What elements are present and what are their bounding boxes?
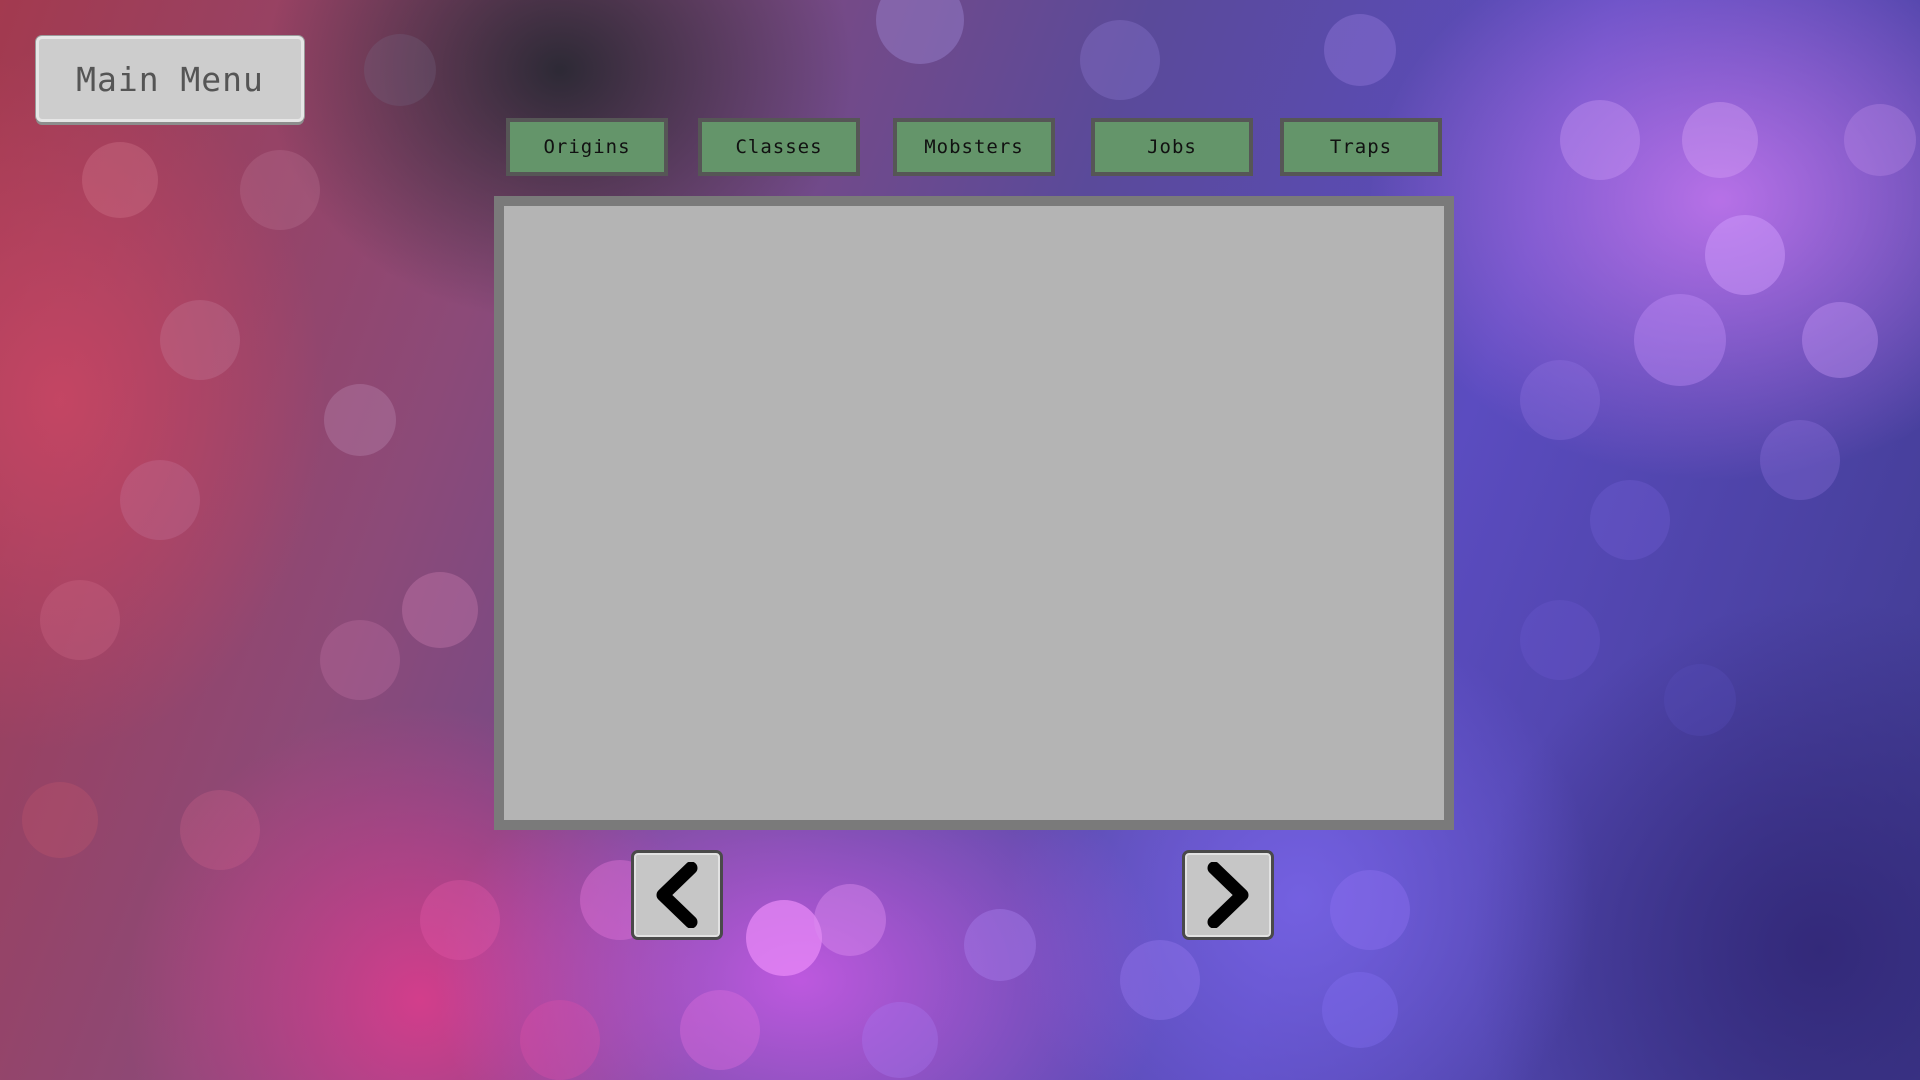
bokeh-circle	[1330, 870, 1410, 950]
bokeh-circle	[324, 384, 396, 456]
bokeh-circle	[1682, 102, 1758, 178]
chevron-right-icon	[1202, 862, 1254, 928]
bokeh-circle	[876, 0, 964, 64]
bokeh-circle	[1664, 664, 1736, 736]
bokeh-circle	[1590, 480, 1670, 560]
bokeh-circle	[1560, 100, 1640, 180]
bokeh-circle	[40, 580, 120, 660]
bokeh-circle	[120, 460, 200, 540]
bokeh-circle	[964, 909, 1036, 981]
tab-traps[interactable]: Traps	[1280, 118, 1442, 176]
bokeh-circle	[82, 142, 158, 218]
main-menu-button[interactable]: Main Menu	[36, 36, 304, 122]
bokeh-circle	[862, 1002, 938, 1078]
bokeh-circle	[1080, 20, 1160, 100]
previous-page-button[interactable]	[631, 850, 723, 940]
bokeh-circle	[1634, 294, 1726, 386]
tab-classes-label: Classes	[735, 136, 823, 158]
tab-jobs-label: Jobs	[1147, 136, 1197, 158]
tab-origins-label: Origins	[543, 136, 631, 158]
bokeh-circle	[364, 34, 436, 106]
bokeh-circle	[180, 790, 260, 870]
bokeh-circle	[1802, 302, 1878, 378]
bokeh-circle	[1324, 14, 1396, 86]
bokeh-circle	[520, 1000, 600, 1080]
bokeh-circle	[680, 990, 760, 1070]
next-page-button[interactable]	[1182, 850, 1274, 940]
bokeh-circle	[814, 884, 886, 956]
bokeh-circle	[1760, 420, 1840, 500]
tab-traps-label: Traps	[1329, 136, 1393, 158]
bokeh-circle	[1520, 360, 1600, 440]
tab-jobs[interactable]: Jobs	[1091, 118, 1253, 176]
tab-classes[interactable]: Classes	[698, 118, 860, 176]
tab-mobsters-label: Mobsters	[924, 136, 1024, 158]
tab-mobsters[interactable]: Mobsters	[893, 118, 1055, 176]
bokeh-circle	[240, 150, 320, 230]
bokeh-circle	[1120, 940, 1200, 1020]
tab-origins[interactable]: Origins	[506, 118, 668, 176]
bokeh-circle	[1322, 972, 1398, 1048]
bokeh-circle	[1520, 600, 1600, 680]
bokeh-circle	[746, 900, 822, 976]
bokeh-circle	[320, 620, 400, 700]
content-panel	[494, 196, 1454, 830]
bokeh-circle	[160, 300, 240, 380]
bokeh-circle	[1844, 104, 1916, 176]
bokeh-circle	[402, 572, 478, 648]
chevron-left-icon	[651, 862, 703, 928]
bokeh-circle	[22, 782, 98, 858]
bokeh-circle	[420, 880, 500, 960]
main-menu-label: Main Menu	[76, 59, 264, 99]
bokeh-circle	[1705, 215, 1785, 295]
